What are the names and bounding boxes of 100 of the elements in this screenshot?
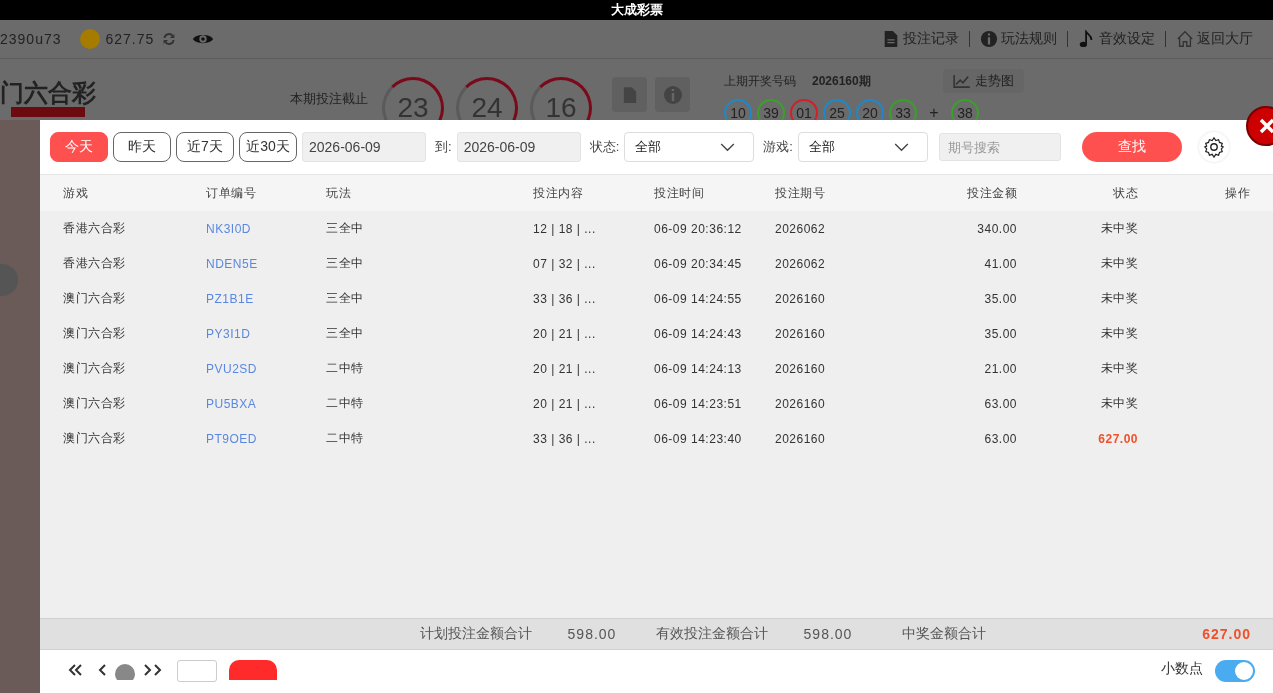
date-range-button[interactable]: 近30天 <box>239 132 297 162</box>
column-header: 投注内容 <box>533 184 584 202</box>
date-range-button[interactable]: 昨天 <box>113 132 171 162</box>
settings-icon <box>1202 136 1225 158</box>
date-from-field[interactable]: 2026-06-09 <box>302 132 426 162</box>
table-cell-text: 未中奖 <box>1099 395 1138 412</box>
home-icon <box>1176 30 1194 48</box>
deadline-label: 本期投注截止 <box>290 91 368 107</box>
total-value: 598.00 <box>566 626 618 642</box>
nav-link[interactable]: 音效设定 <box>1078 30 1155 48</box>
table-cell-text: 澳门六合彩 <box>63 360 127 377</box>
table-cell-text: 06-09 14:24:13 <box>654 361 743 376</box>
table-cell-text: 2026062 <box>775 256 827 271</box>
to-label: 到: <box>435 138 452 156</box>
table-cell-text: 未中奖 <box>1099 255 1138 272</box>
table-cell-text: 35.00 <box>983 291 1017 306</box>
table-cell-text: 2026160 <box>775 291 827 306</box>
info-icon <box>662 84 683 105</box>
decimal-label: 小数点 <box>1161 660 1203 678</box>
table-cell-text: 二中特 <box>326 430 365 447</box>
table-cell-text: 未中奖 <box>1099 360 1138 377</box>
table-cell-text: 三全中 <box>326 290 365 307</box>
line-chart-icon <box>952 74 971 88</box>
go-button[interactable] <box>229 660 277 680</box>
date-range-button[interactable]: 近7天 <box>176 132 234 162</box>
table-cell-text: 12 | 18 | ... <box>533 221 597 236</box>
column-header: 投注金额 <box>966 184 1017 202</box>
table-cell-text: 20 | 21 | ... <box>533 396 597 411</box>
nav-link[interactable]: 玩法规则 <box>980 30 1057 48</box>
table-cell-text: 06-09 20:36:12 <box>654 221 743 236</box>
table-cell-text: 627.00 <box>1097 431 1138 446</box>
game-label: 游戏: <box>763 138 793 156</box>
table-cell-text: 21.00 <box>983 361 1017 376</box>
document-button[interactable] <box>612 77 647 112</box>
date-range-button[interactable]: 今天 <box>50 132 108 162</box>
table-cell-text: 33 | 36 | ... <box>533 291 597 306</box>
table-cell-text: 2026062 <box>775 221 827 236</box>
document-icon <box>622 85 637 104</box>
table-cell-text: 06-09 14:23:51 <box>654 396 743 411</box>
table-cell-text: 63.00 <box>983 431 1017 446</box>
table-cell-text: 三全中 <box>326 255 365 272</box>
total-label: 有效投注金额合计 <box>656 625 768 643</box>
table-cell-text: 340.00 <box>976 221 1017 236</box>
table-cell-text: 香港六合彩 <box>63 255 127 272</box>
close-icon <box>1257 116 1273 136</box>
table-cell-text: 澳门六合彩 <box>63 290 127 307</box>
table-cell-text: 未中奖 <box>1099 220 1138 237</box>
chevron-down-icon <box>893 142 909 152</box>
game-dropdown[interactable]: 全部 <box>797 132 928 162</box>
decimal-toggle[interactable] <box>1215 660 1255 682</box>
column-header: 游戏 <box>63 184 89 202</box>
plus-sign: + <box>928 104 940 122</box>
table-cell-text: 未中奖 <box>1099 290 1138 307</box>
table-cell-text: 2026160 <box>775 361 827 376</box>
table-cell-text: 20 | 21 | ... <box>533 361 597 376</box>
nav-link[interactable]: 投注记录 <box>882 30 959 48</box>
info-button[interactable] <box>655 77 690 112</box>
order-link[interactable]: PZ1B1E <box>206 291 326 306</box>
table-cell-text: 二中特 <box>326 360 365 377</box>
table-cell-text: 2026160 <box>775 396 827 411</box>
page-size-field[interactable] <box>177 660 217 682</box>
table-cell-text: 三全中 <box>326 325 365 342</box>
table-cell-text: 06-09 14:24:55 <box>654 291 743 306</box>
order-link[interactable]: NDEN5E <box>206 256 326 271</box>
wallet-icon <box>79 29 100 49</box>
total-value: 598.00 <box>802 626 854 642</box>
search-button[interactable]: 查找 <box>1081 132 1182 162</box>
table-cell-text: 澳门六合彩 <box>63 395 127 412</box>
order-link[interactable]: PU5BXA <box>206 396 326 411</box>
table-cell-text: 20 | 21 | ... <box>533 326 597 341</box>
last-draw-period: 2026160期 <box>812 72 871 90</box>
nav-link[interactable]: 返回大厅 <box>1176 30 1253 48</box>
username: 2390u73 <box>0 31 62 47</box>
date-to-field[interactable]: 2026-06-09 <box>456 132 581 162</box>
column-header: 状态 <box>1112 184 1138 202</box>
column-header: 订单编号 <box>206 184 257 202</box>
table-cell-text: 63.00 <box>983 396 1017 411</box>
table-cell-text: 06-09 14:24:43 <box>654 326 743 341</box>
order-link[interactable]: PY3I1D <box>206 326 326 341</box>
period-search-field[interactable]: 期号搜索 <box>938 133 1061 161</box>
status-label: 状态: <box>589 138 620 156</box>
order-link[interactable]: PT9OED <box>206 431 326 446</box>
column-header: 投注期号 <box>775 184 826 202</box>
chevron-down-icon <box>720 142 736 152</box>
total-value: 627.00 <box>1201 626 1251 642</box>
table-cell-text: 三全中 <box>326 220 365 237</box>
trend-chart-button[interactable]: 走势图 <box>942 69 1024 93</box>
table-cell-text: 二中特 <box>326 395 365 412</box>
table-cell-text: 35.00 <box>983 326 1017 341</box>
column-header: 投注时间 <box>654 184 705 202</box>
order-link[interactable]: PVU2SD <box>206 361 326 376</box>
table-cell-text: 06-09 14:23:40 <box>654 431 743 446</box>
info-icon <box>980 30 998 48</box>
table-cell-text: 澳门六合彩 <box>63 325 127 342</box>
table-cell-text: 06-09 20:34:45 <box>654 256 743 271</box>
column-header: 操作 <box>1224 184 1250 202</box>
status-dropdown[interactable]: 全部 <box>624 132 755 162</box>
column-header: 玩法 <box>326 184 352 202</box>
order-link[interactable]: NK3I0D <box>206 221 326 236</box>
table-cell-text: 未中奖 <box>1099 325 1138 342</box>
